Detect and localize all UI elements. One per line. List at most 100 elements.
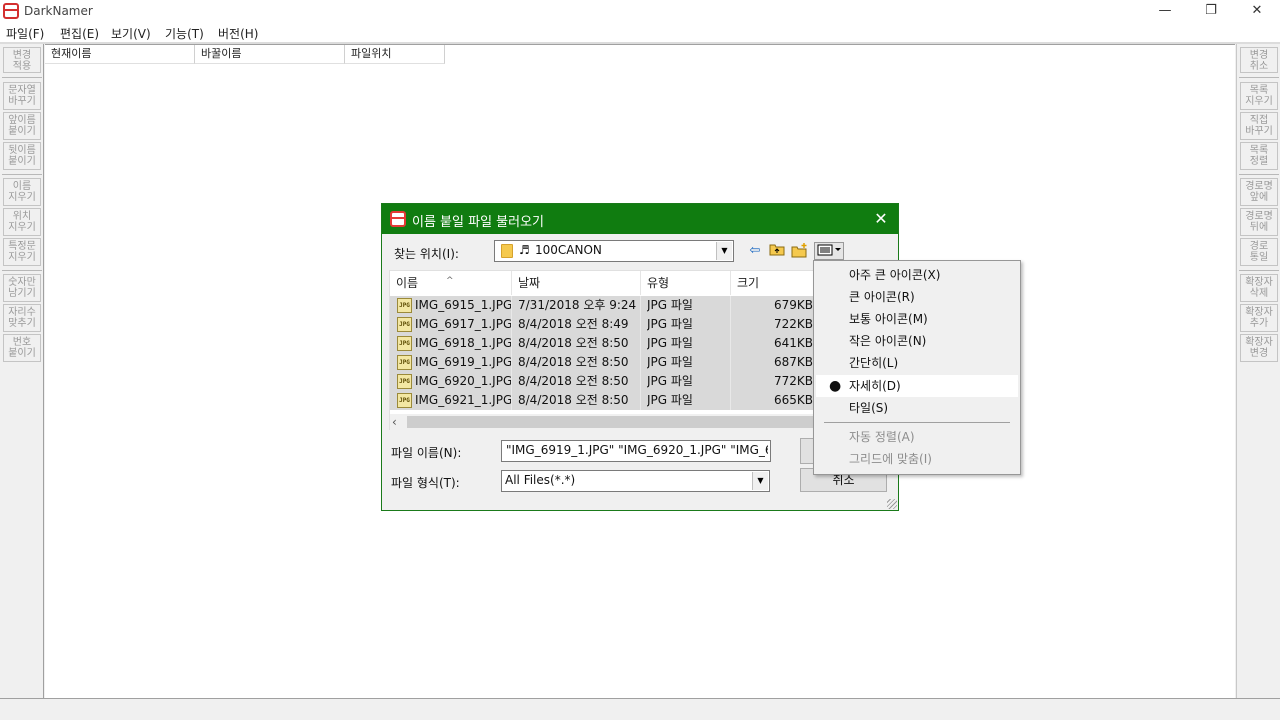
filename-value: "IMG_6919_1.JPG" "IMG_6920_1.JPG" "IMG_6…: [506, 443, 768, 457]
file-row[interactable]: JPG IMG_6920_1.JPG 8/4/2018 오전 8:50 JPG …: [390, 372, 818, 391]
change-extension-button[interactable]: 확장자 변경: [1240, 334, 1278, 362]
filename-input[interactable]: "IMG_6919_1.JPG" "IMG_6920_1.JPG" "IMG_6…: [501, 440, 771, 462]
clear-list-button[interactable]: 목록 지우기: [1240, 82, 1278, 110]
horizontal-scrollbar[interactable]: ‹: [390, 414, 816, 430]
file-type: JPG 파일: [647, 355, 693, 369]
right-tool-panel: 변경 취소 목록 지우기 직접 바꾸기 목록 정렬 경로명 앞에 경로명 뒤에 …: [1236, 44, 1280, 698]
cancel-change-button[interactable]: 변경 취소: [1240, 47, 1278, 73]
window-title: DarkNamer: [24, 4, 93, 18]
minimize-icon[interactable]: —: [1142, 0, 1188, 22]
sort-list-button[interactable]: 목록 정렬: [1240, 142, 1278, 170]
file-date: 8/4/2018 오전 8:50: [518, 336, 629, 350]
look-in-combo[interactable]: ♬ 100CANON ▼: [494, 240, 734, 262]
view-menu-icon[interactable]: [814, 242, 844, 260]
file-size: 687KB: [773, 355, 813, 369]
replace-string-button[interactable]: 문자열 바꾸기: [3, 82, 41, 110]
file-name: IMG_6915_1.JPG: [415, 298, 511, 312]
menu-item-details-label: 자세히(D): [849, 379, 901, 393]
keep-numbers-button[interactable]: 숫자만 남기기: [3, 274, 41, 302]
column-type[interactable]: 유형: [641, 271, 731, 295]
file-type: JPG 파일: [647, 298, 693, 312]
scrollbar-thumb[interactable]: [407, 416, 816, 428]
file-row[interactable]: JPG IMG_6919_1.JPG 8/4/2018 오전 8:50 JPG …: [390, 353, 818, 372]
menu-item-auto-arrange: 자동 정렬(A): [849, 430, 915, 444]
file-row[interactable]: JPG IMG_6921_1.JPG 8/4/2018 오전 8:50 JPG …: [390, 391, 818, 410]
dialog-title: 이름 붙일 파일 불러오기: [412, 215, 544, 230]
delete-specific-button[interactable]: 특정문 지우기: [3, 238, 41, 266]
menu-file[interactable]: 파일(F): [6, 25, 44, 42]
file-type: JPG 파일: [647, 336, 693, 350]
file-name: IMG_6919_1.JPG: [415, 355, 511, 369]
close-icon[interactable]: ✕: [1234, 0, 1280, 22]
back-arrow-icon[interactable]: ⇦: [746, 242, 764, 260]
dialog-title-bar[interactable]: 이름 붙일 파일 불러오기 ✕: [382, 204, 898, 234]
prepend-name-button[interactable]: 앞이름 붙이기: [3, 112, 41, 140]
path-prefix-button[interactable]: 경로명 앞에: [1240, 178, 1278, 206]
left-tool-panel: 변경 적용 문자열 바꾸기 앞이름 붙이기 뒷이름 붙이기 이름 지우기 위치 …: [0, 44, 44, 698]
menu-item-details[interactable]: ● 자세히(D): [816, 375, 1018, 397]
chevron-down-icon[interactable]: ▼: [752, 472, 768, 490]
menu-version[interactable]: 버전(H): [218, 25, 258, 42]
app-icon: [390, 211, 406, 227]
column-separator: [511, 296, 512, 410]
apply-change-button[interactable]: 변경 적용: [3, 47, 41, 73]
file-name: IMG_6917_1.JPG: [415, 317, 511, 331]
file-size: 665KB: [773, 393, 813, 407]
filetype-label: 파일 형식(T):: [391, 476, 460, 490]
column-name[interactable]: ^ 이름: [390, 271, 512, 295]
delete-name-button[interactable]: 이름 지우기: [3, 178, 41, 206]
unify-path-button[interactable]: 경로 통일: [1240, 238, 1278, 266]
open-button[interactable]: [800, 438, 814, 464]
file-date: 8/4/2018 오전 8:49: [518, 317, 629, 331]
column-new-name[interactable]: 바꿀이름: [195, 45, 345, 64]
menu-tools[interactable]: 기능(T): [165, 25, 204, 42]
file-row[interactable]: JPG IMG_6915_1.JPG 7/31/2018 오후 9:24 JPG…: [390, 296, 818, 315]
column-current-name[interactable]: 현재이름: [45, 45, 195, 64]
new-folder-icon[interactable]: [791, 242, 809, 260]
menu-item-small-icons[interactable]: 작은 아이콘(N): [816, 330, 1018, 352]
column-file-location[interactable]: 파일위치: [345, 45, 445, 64]
file-name: IMG_6921_1.JPG: [415, 393, 511, 407]
delete-position-button[interactable]: 위치 지우기: [3, 208, 41, 236]
folder-icon: [501, 244, 513, 258]
column-separator: [730, 296, 731, 410]
up-folder-icon[interactable]: [768, 242, 786, 260]
menu-item-medium-icons[interactable]: 보통 아이콘(M): [816, 308, 1018, 330]
resize-grip-icon[interactable]: [887, 499, 897, 509]
file-row[interactable]: JPG IMG_6918_1.JPG 8/4/2018 오전 8:50 JPG …: [390, 334, 818, 353]
panel-divider: [1239, 77, 1279, 78]
file-size: 722KB: [773, 317, 813, 331]
chevron-left-icon[interactable]: ‹: [392, 414, 397, 430]
add-number-button[interactable]: 번호 붙이기: [3, 334, 41, 362]
file-row[interactable]: JPG IMG_6917_1.JPG 8/4/2018 오전 8:49 JPG …: [390, 315, 818, 334]
delete-extension-button[interactable]: 확장자 삭제: [1240, 274, 1278, 302]
path-suffix-button[interactable]: 경로명 뒤에: [1240, 208, 1278, 236]
column-date[interactable]: 날짜: [512, 271, 641, 295]
file-type: JPG 파일: [647, 393, 693, 407]
menu-view[interactable]: 보기(V): [111, 25, 151, 42]
restore-icon[interactable]: ❐: [1188, 0, 1234, 22]
menu-separator: [824, 422, 1010, 423]
file-name: IMG_6918_1.JPG: [415, 336, 511, 350]
file-name: IMG_6920_1.JPG: [415, 374, 511, 388]
filetype-select[interactable]: All Files(*.*) ▼: [501, 470, 770, 492]
chevron-down-icon[interactable]: ▼: [716, 242, 732, 260]
column-size[interactable]: 크기: [731, 271, 818, 295]
file-date: 8/4/2018 오전 8:50: [518, 393, 629, 407]
menu-item-extra-large-icons[interactable]: 아주 큰 아이콘(X): [816, 264, 1018, 286]
jpg-file-icon: JPG: [397, 336, 412, 351]
direct-rename-button[interactable]: 직접 바꾸기: [1240, 112, 1278, 140]
look-in-label: 찾는 위치(I):: [394, 247, 459, 261]
menu-item-large-icons[interactable]: 큰 아이콘(R): [816, 286, 1018, 308]
panel-divider: [2, 77, 42, 78]
menu-item-list[interactable]: 간단히(L): [816, 352, 1018, 374]
add-extension-button[interactable]: 확장자 추가: [1240, 304, 1278, 332]
append-name-button[interactable]: 뒷이름 붙이기: [3, 142, 41, 170]
dialog-close-icon[interactable]: ✕: [870, 208, 892, 230]
menu-edit[interactable]: 편집(E): [60, 25, 99, 42]
pad-digits-button[interactable]: 자리수 맞추기: [3, 304, 41, 332]
title-bar: DarkNamer — ❐ ✕: [0, 0, 1280, 22]
column-separator: [640, 296, 641, 410]
file-list[interactable]: ^ 이름 날짜 유형 크기 JPG IMG_6915_1.JPG 7/31/20…: [389, 270, 818, 430]
menu-item-tiles[interactable]: 타일(S): [816, 397, 1018, 419]
